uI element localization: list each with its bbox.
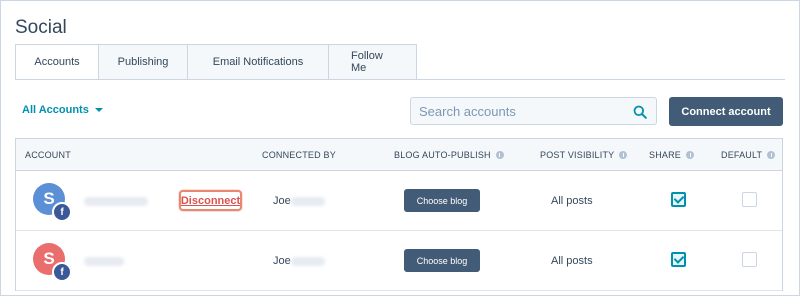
info-icon[interactable] bbox=[495, 151, 504, 159]
info-icon[interactable] bbox=[619, 151, 628, 159]
tabs-divider bbox=[15, 79, 785, 80]
default-checkbox[interactable] bbox=[742, 192, 757, 207]
blurred-account-name bbox=[84, 197, 148, 206]
table-row: S f Disconnect Joe Choose blog All posts bbox=[16, 171, 782, 231]
chevron-down-icon bbox=[94, 108, 103, 112]
info-icon[interactable] bbox=[767, 151, 776, 159]
column-share: SHARE bbox=[649, 150, 695, 160]
column-account-label: ACCOUNT bbox=[25, 150, 71, 160]
connected-by-name: Joe bbox=[273, 255, 291, 267]
tab-bar: Accounts Publishing Email Notifications … bbox=[15, 44, 417, 80]
column-account: ACCOUNT bbox=[25, 150, 71, 160]
column-default-label: DEFAULT bbox=[721, 150, 763, 160]
connected-by-text: Joe bbox=[273, 195, 291, 207]
post-visibility-value: All posts bbox=[551, 195, 593, 207]
post-visibility-value: All posts bbox=[551, 255, 593, 267]
search-input[interactable] bbox=[411, 103, 621, 119]
choose-blog-button[interactable]: Choose blog bbox=[404, 249, 480, 272]
facebook-icon: f bbox=[52, 202, 72, 222]
share-checkbox[interactable] bbox=[671, 252, 686, 267]
search-box bbox=[410, 97, 657, 125]
tab-accounts[interactable]: Accounts bbox=[15, 44, 99, 80]
column-connected-by: CONNECTED BY bbox=[262, 150, 336, 160]
account-filter-label: All Accounts bbox=[22, 104, 89, 116]
column-post-visibility-label: POST VISIBILITY bbox=[540, 150, 615, 160]
blurred-account-name bbox=[84, 257, 124, 266]
page-title: Social bbox=[15, 17, 67, 38]
column-post-visibility: POST VISIBILITY bbox=[540, 150, 628, 160]
tab-publishing[interactable]: Publishing bbox=[99, 44, 188, 80]
column-connected-by-label: CONNECTED BY bbox=[262, 150, 336, 160]
table-header: ACCOUNT CONNECTED BY BLOG AUTO-PUBLISH P… bbox=[16, 139, 782, 171]
share-checkbox[interactable] bbox=[671, 192, 686, 207]
connect-account-button[interactable]: Connect account bbox=[669, 97, 783, 126]
blurred-user-name bbox=[291, 257, 325, 266]
blurred-user-name bbox=[291, 197, 325, 206]
tab-email-notifications[interactable]: Email Notifications bbox=[188, 44, 329, 80]
facebook-icon: f bbox=[52, 262, 72, 282]
connected-by-text: Joe bbox=[273, 255, 291, 267]
disconnect-link[interactable]: Disconnect bbox=[179, 190, 242, 211]
column-share-label: SHARE bbox=[649, 150, 682, 160]
column-blog-auto-publish-label: BLOG AUTO-PUBLISH bbox=[394, 150, 491, 160]
column-blog-auto-publish: BLOG AUTO-PUBLISH bbox=[394, 150, 504, 160]
search-icon[interactable] bbox=[633, 105, 647, 119]
tab-follow-me[interactable]: Follow Me bbox=[329, 44, 417, 80]
table-row: S f Joe Choose blog All posts bbox=[16, 231, 782, 291]
column-default: DEFAULT bbox=[721, 150, 776, 160]
default-checkbox[interactable] bbox=[742, 252, 757, 267]
account-filter-dropdown[interactable]: All Accounts bbox=[22, 104, 103, 116]
accounts-table: ACCOUNT CONNECTED BY BLOG AUTO-PUBLISH P… bbox=[15, 138, 783, 291]
info-icon[interactable] bbox=[686, 151, 695, 159]
connected-by-name: Joe bbox=[273, 195, 291, 207]
choose-blog-button[interactable]: Choose blog bbox=[404, 189, 480, 212]
